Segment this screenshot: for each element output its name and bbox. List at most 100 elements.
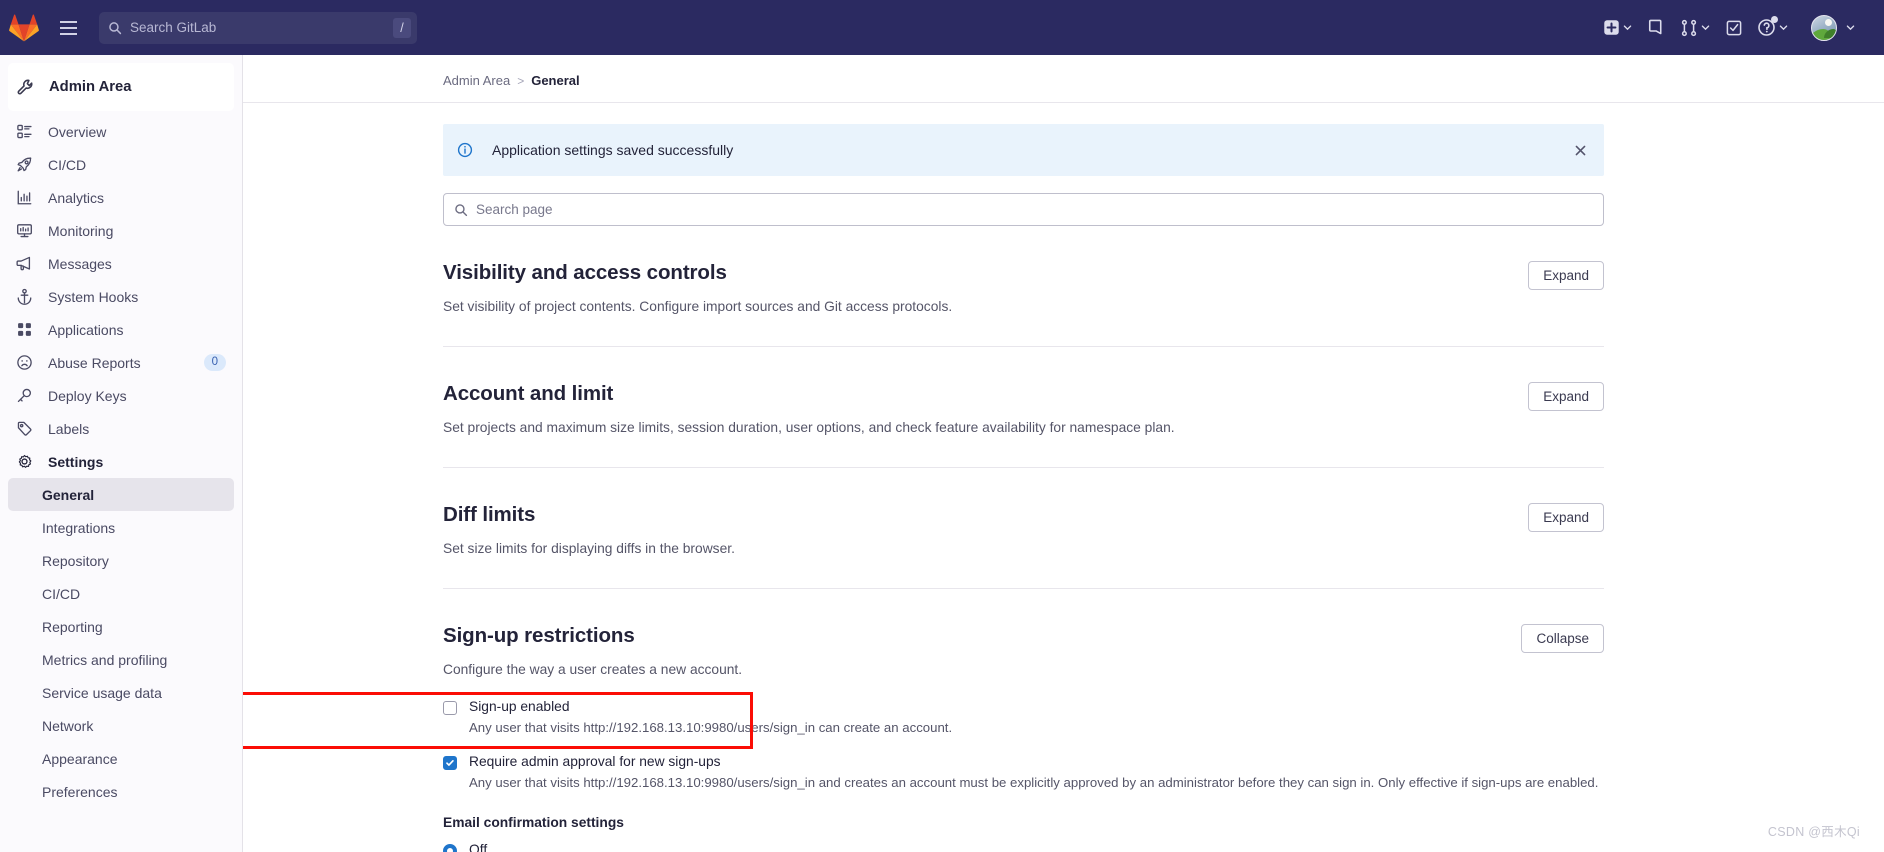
gitlab-logo-icon[interactable] [9, 13, 39, 43]
section-title: Diff limits [443, 503, 536, 526]
help-notification-dot [1771, 16, 1778, 23]
anchor-icon [17, 288, 32, 305]
chevron-down-icon [1779, 25, 1788, 31]
sidebar-item-abuse-reports[interactable]: Abuse Reports 0 [8, 346, 234, 379]
section-title: Visibility and access controls [443, 261, 727, 284]
sidebar-item-preferences[interactable]: Preferences [8, 775, 234, 808]
sidebar-item-network[interactable]: Network [8, 709, 234, 742]
success-alert: Application settings saved successfully [443, 124, 1604, 176]
chevron-down-icon [1623, 25, 1632, 31]
expand-button-account-and-limit[interactable]: Expand [1528, 382, 1604, 411]
sidebar-item-general[interactable]: General [8, 478, 234, 511]
breadcrumb-root[interactable]: Admin Area [443, 73, 510, 88]
sidebar-subitem-label: Preferences [42, 783, 118, 800]
sidebar-item-repository[interactable]: Repository [8, 544, 234, 577]
sidebar-item-system-hooks[interactable]: System Hooks [8, 280, 234, 313]
breadcrumb: Admin Area > General [243, 55, 1884, 103]
sidebar-item-label: System Hooks [48, 288, 139, 305]
sidebar-item-label: Labels [48, 420, 90, 437]
info-circle-icon [457, 142, 473, 158]
checkmark-icon [446, 759, 454, 766]
chevron-down-icon [1846, 25, 1855, 31]
sidebar-item-applications[interactable]: Applications [8, 313, 234, 346]
hamburger-menu-icon[interactable] [53, 13, 83, 43]
navbar-actions [1597, 0, 1884, 55]
close-icon [1575, 145, 1585, 155]
sidebar-nav-list: Overview CI/CD Analytics Monitoring Mess… [0, 115, 242, 808]
sidebar-item-reporting[interactable]: Reporting [8, 610, 234, 643]
sidebar-item-service-usage-data[interactable]: Service usage data [8, 676, 234, 709]
email-confirmation-off-radio[interactable] [443, 844, 457, 852]
collapse-button-signup-restrictions[interactable]: Collapse [1521, 624, 1604, 653]
sidebar-item-integrations[interactable]: Integrations [8, 511, 234, 544]
search-shortcut-key: / [393, 17, 411, 38]
merge-requests-menu[interactable] [1674, 12, 1717, 44]
section-title: Account and limit [443, 382, 614, 405]
global-search-placeholder: Search GitLab [130, 20, 217, 35]
admin-approval-checkbox[interactable] [443, 755, 457, 770]
create-new-menu[interactable] [1597, 12, 1639, 44]
chart-bar-icon [17, 190, 32, 205]
todo-check-icon [1726, 20, 1742, 35]
gear-icon [18, 454, 32, 468]
section-title: Sign-up restrictions [443, 624, 635, 647]
user-menu[interactable] [1805, 12, 1862, 44]
sidebar-item-deploy-keys[interactable]: Deploy Keys [8, 379, 234, 412]
admin-approval-label: Require admin approval for new sign-ups [469, 753, 721, 769]
sidebar-item-settings[interactable]: Settings [8, 445, 234, 478]
global-search-input[interactable]: Search GitLab / [99, 11, 417, 44]
monitor-icon [17, 224, 32, 238]
signup-enabled-label: Sign-up enabled [469, 699, 570, 714]
sidebar-subitem-label: CI/CD [42, 585, 81, 602]
sidebar-subitem-label: Metrics and profiling [42, 651, 168, 668]
issues-link[interactable] [1641, 12, 1672, 44]
sidebar-item-overview[interactable]: Overview [8, 115, 234, 148]
sidebar-item-label: Analytics [48, 189, 105, 206]
signup-enabled-help: Any user that visits http://192.168.13.1… [469, 720, 953, 735]
section-description: Configure the way a user creates a new a… [443, 662, 743, 677]
search-page-placeholder: Search page [476, 202, 553, 217]
search-icon [109, 21, 122, 34]
issues-icon [1648, 19, 1662, 35]
admin-approval-option: Require admin approval for new sign-ups … [443, 754, 1604, 792]
sidebar-item-label: CI/CD [48, 156, 87, 173]
label-tag-icon [17, 421, 32, 436]
sidebar-item-metrics-and-profiling[interactable]: Metrics and profiling [8, 643, 234, 676]
sidebar-item-settings-cicd[interactable]: CI/CD [8, 577, 234, 610]
sidebar-subitem-label: Repository [42, 552, 109, 569]
sidebar-subitem-label: Integrations [42, 519, 116, 536]
signup-enabled-checkbox[interactable] [443, 701, 457, 715]
alert-message: Application settings saved successfully [492, 142, 734, 158]
alert-close-button[interactable] [1568, 138, 1592, 162]
sidebar-item-appearance[interactable]: Appearance [8, 742, 234, 775]
merge-request-icon [1681, 19, 1697, 36]
sidebar-item-label: Overview [48, 123, 107, 140]
sidebar-item-messages[interactable]: Messages [8, 247, 234, 280]
search-page-input[interactable]: Search page [443, 193, 1604, 226]
expand-button-diff-limits[interactable]: Expand [1528, 503, 1604, 532]
key-icon [17, 388, 32, 403]
sidebar-subitem-label: Network [42, 717, 94, 734]
breadcrumb-current: General [531, 73, 580, 88]
sidebar-header-admin-area[interactable]: Admin Area [8, 63, 234, 111]
sad-face-icon [17, 355, 32, 370]
sidebar-item-analytics[interactable]: Analytics [8, 181, 234, 214]
sidebar-subitem-label: Reporting [42, 618, 103, 635]
sidebar-item-labels[interactable]: Labels [8, 412, 234, 445]
watermark: CSDN @西木Qi [1767, 825, 1860, 839]
sidebar-subitem-label: Appearance [42, 750, 118, 767]
sidebar-item-monitoring[interactable]: Monitoring [8, 214, 234, 247]
search-icon [455, 203, 468, 216]
section-diff-limits: Diff limits Set size limits for displayi… [443, 468, 1604, 589]
sidebar-subitem-label: Service usage data [42, 684, 162, 701]
section-visibility-and-access-controls: Visibility and access controls Set visib… [443, 226, 1604, 347]
expand-button-visibility[interactable]: Expand [1528, 261, 1604, 290]
help-menu[interactable] [1751, 12, 1795, 44]
todos-link[interactable] [1719, 12, 1749, 44]
sidebar-item-cicd[interactable]: CI/CD [8, 148, 234, 181]
sidebar-item-label: Deploy Keys [48, 387, 127, 404]
overview-list-icon [17, 124, 32, 139]
section-description: Set visibility of project contents. Conf… [443, 299, 953, 314]
sidebar-item-label: Abuse Reports [48, 354, 141, 371]
settings-content: Application settings saved successfully … [243, 124, 1884, 852]
